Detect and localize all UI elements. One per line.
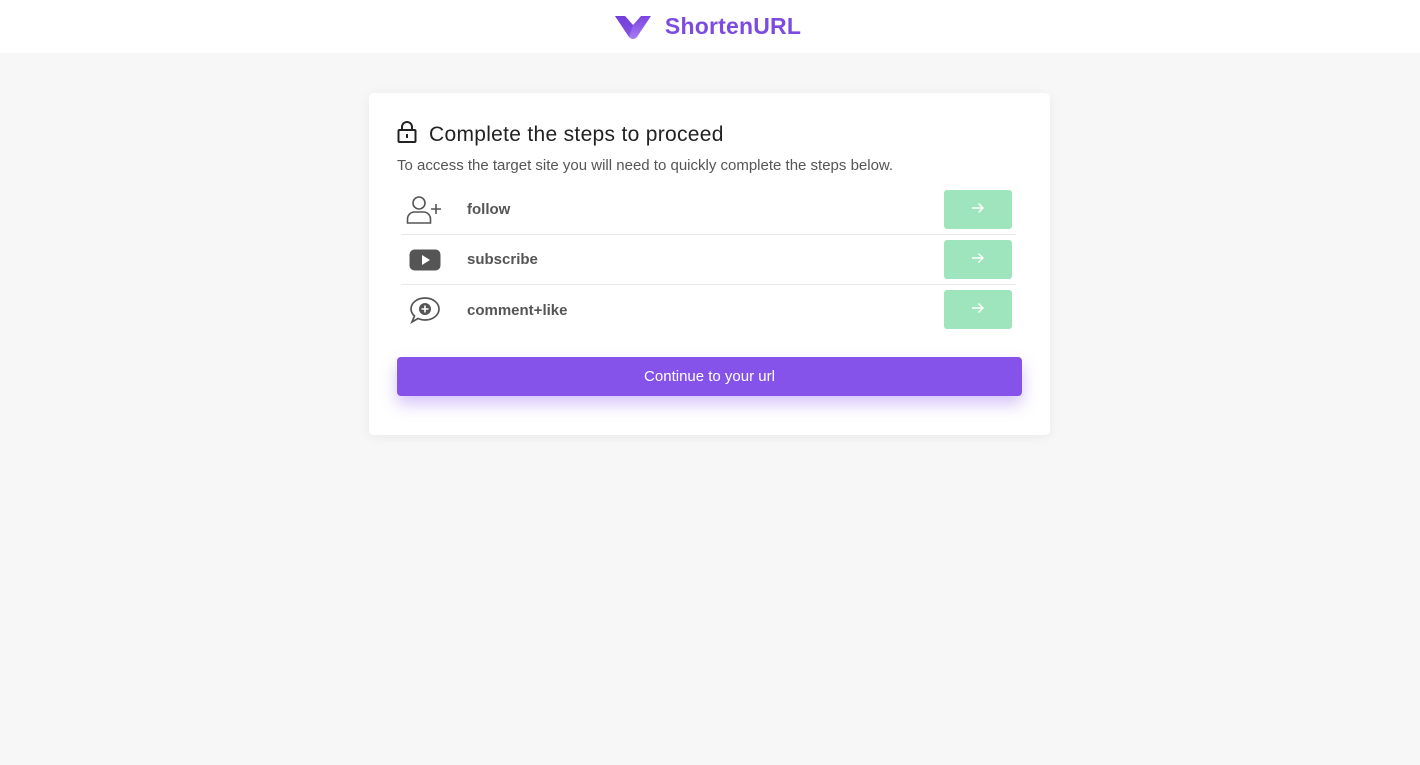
step-label: subscribe — [467, 251, 538, 268]
card-description: To access the target site you will need … — [397, 157, 894, 174]
step-label: follow — [467, 201, 511, 218]
youtube-icon — [404, 249, 446, 271]
steps-list: follow subscribe comment+like — [401, 185, 1016, 335]
lock-icon — [397, 121, 417, 148]
step-follow: follow — [401, 185, 1016, 235]
step-label: comment+like — [467, 301, 568, 319]
steps-card: Complete the steps to proceed To access … — [369, 93, 1050, 435]
user-plus-icon — [404, 195, 446, 225]
v-shape-logo-icon — [614, 14, 651, 40]
continue-button[interactable]: Continue to your url — [397, 357, 1022, 396]
arrow-right-icon — [971, 302, 985, 317]
step-subscribe: subscribe — [401, 235, 1016, 285]
step-subscribe-button[interactable] — [944, 240, 1012, 279]
comment-plus-icon — [404, 296, 446, 324]
card-title: Complete the steps to proceed — [429, 122, 724, 146]
step-comment-like: comment+like — [401, 285, 1016, 335]
card-header: Complete the steps to proceed — [397, 121, 724, 148]
arrow-right-icon — [971, 202, 985, 217]
brand-name: ShortenURL — [664, 13, 802, 39]
arrow-right-icon — [971, 252, 985, 267]
step-follow-button[interactable] — [944, 190, 1012, 229]
top-bar: ShortenURL — [0, 0, 1420, 53]
brand[interactable]: ShortenURL — [614, 13, 802, 40]
step-comment-like-button[interactable] — [944, 290, 1012, 329]
